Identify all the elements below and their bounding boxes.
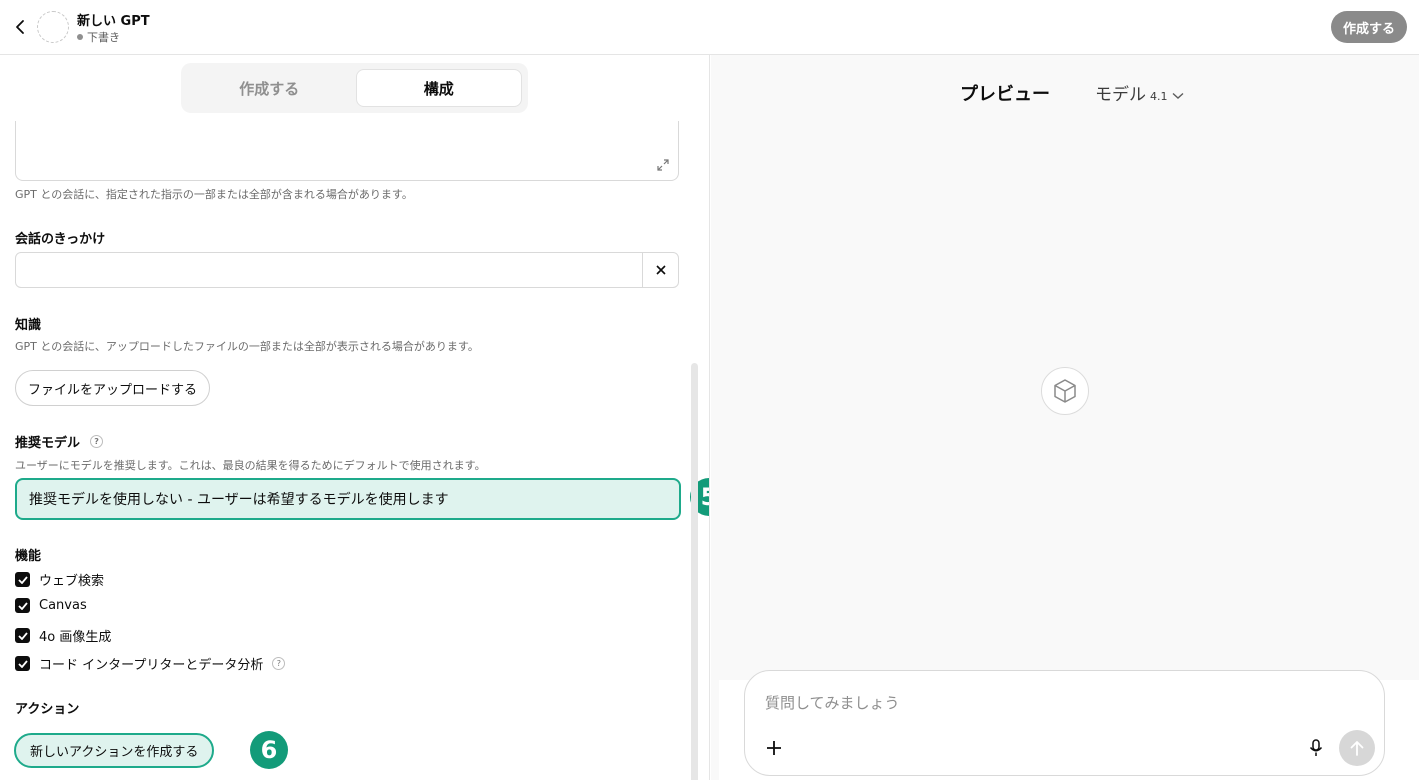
- config-panel: 作成する 構成 GPT との会話に、指定された指示の一部または全部が含まれる場合…: [0, 55, 710, 780]
- capability-label: Canvas: [39, 598, 87, 613]
- recommended-model-value: 推奨モデルを使用しない - ユーザーは希望するモデルを使用します: [29, 492, 449, 508]
- recommended-model-hint: ユーザーにモデルを推奨します。これは、最良の結果を得るためにデフォルトで使用され…: [15, 459, 486, 472]
- chevron-down-icon: [1172, 92, 1183, 99]
- recommended-model-label: 推奨モデル: [15, 436, 81, 451]
- microphone-icon: [1309, 739, 1323, 756]
- create-action-button[interactable]: 新しいアクションを作成する: [14, 733, 215, 768]
- remove-starter-button[interactable]: [642, 253, 678, 287]
- capabilities-label: 機能: [15, 549, 42, 564]
- gpt-placeholder-icon: [1041, 367, 1089, 415]
- close-icon: [655, 265, 666, 275]
- recommended-model-select[interactable]: 推奨モデルを使用しない - ユーザーは希望するモデルを使用します: [15, 478, 681, 520]
- gpt-title: 新しい GPT: [77, 14, 150, 29]
- expand-icon[interactable]: [656, 158, 670, 172]
- preview-panel: プレビュー モデル 4.1: [711, 55, 1419, 780]
- model-version: 4.1: [1150, 90, 1168, 103]
- recommended-model-heading: 推奨モデル ?: [15, 432, 104, 451]
- tab-configure[interactable]: 構成: [355, 69, 522, 107]
- capability-label: 4o 画像生成: [39, 630, 112, 645]
- top-bar: 新しい GPT 下書き 作成する: [0, 0, 1419, 55]
- preview-title: プレビュー: [960, 84, 1050, 105]
- instructions-hint: GPT との会話に、指定された指示の一部または全部が含まれる場合があります。: [15, 188, 413, 201]
- checkbox-checked-icon[interactable]: [15, 598, 30, 613]
- arrow-up-icon: [1350, 741, 1364, 756]
- model-picker[interactable]: モデル 4.1: [1095, 80, 1184, 105]
- knowledge-hint: GPT との会話に、アップロードしたファイルの一部または全部が表示される場合があ…: [15, 340, 479, 353]
- status-dot-icon: [77, 34, 83, 40]
- plus-icon: [767, 741, 781, 755]
- capability-image-generation[interactable]: 4o 画像生成: [15, 626, 111, 645]
- draft-status: 下書き: [77, 29, 120, 45]
- message-composer: [744, 670, 1385, 776]
- chevron-left-icon: [16, 20, 24, 34]
- create-button[interactable]: 作成する: [1330, 11, 1407, 43]
- actions-label: アクション: [15, 702, 80, 717]
- attach-button[interactable]: [762, 736, 786, 760]
- capability-code-interpreter[interactable]: コード インタープリターとデータ分析 ?: [15, 654, 286, 673]
- tab-create[interactable]: 作成する: [187, 69, 352, 107]
- mode-tabs: 作成する 構成: [181, 63, 528, 113]
- checkbox-checked-icon[interactable]: [15, 628, 30, 643]
- status-label: 下書き: [87, 31, 120, 44]
- voice-input-button[interactable]: [1304, 736, 1328, 760]
- send-button[interactable]: [1339, 730, 1375, 766]
- conversation-starter-input[interactable]: [16, 253, 642, 287]
- gpt-avatar-placeholder[interactable]: [37, 11, 69, 43]
- message-input[interactable]: [765, 689, 1355, 717]
- capability-canvas[interactable]: Canvas: [15, 598, 87, 613]
- conversation-starters-label: 会話のきっかけ: [15, 232, 106, 247]
- capability-label: ウェブ検索: [39, 574, 105, 589]
- checkbox-checked-icon[interactable]: [15, 656, 30, 671]
- model-label: モデル: [1095, 85, 1146, 105]
- instructions-textarea[interactable]: [15, 121, 679, 181]
- step-marker-6: 6: [250, 731, 288, 769]
- upload-files-button[interactable]: ファイルをアップロードする: [15, 370, 211, 406]
- help-icon[interactable]: ?: [272, 657, 286, 670]
- checkbox-checked-icon[interactable]: [15, 572, 30, 587]
- cube-icon: [1054, 379, 1076, 403]
- capability-web-search[interactable]: ウェブ検索: [15, 570, 104, 589]
- conversation-starter-row: [15, 252, 679, 288]
- help-icon[interactable]: ?: [90, 435, 104, 448]
- knowledge-label: 知識: [15, 318, 42, 333]
- back-button[interactable]: [10, 15, 30, 39]
- capability-label: コード インタープリターとデータ分析: [39, 658, 264, 673]
- scrollbar[interactable]: [691, 363, 698, 780]
